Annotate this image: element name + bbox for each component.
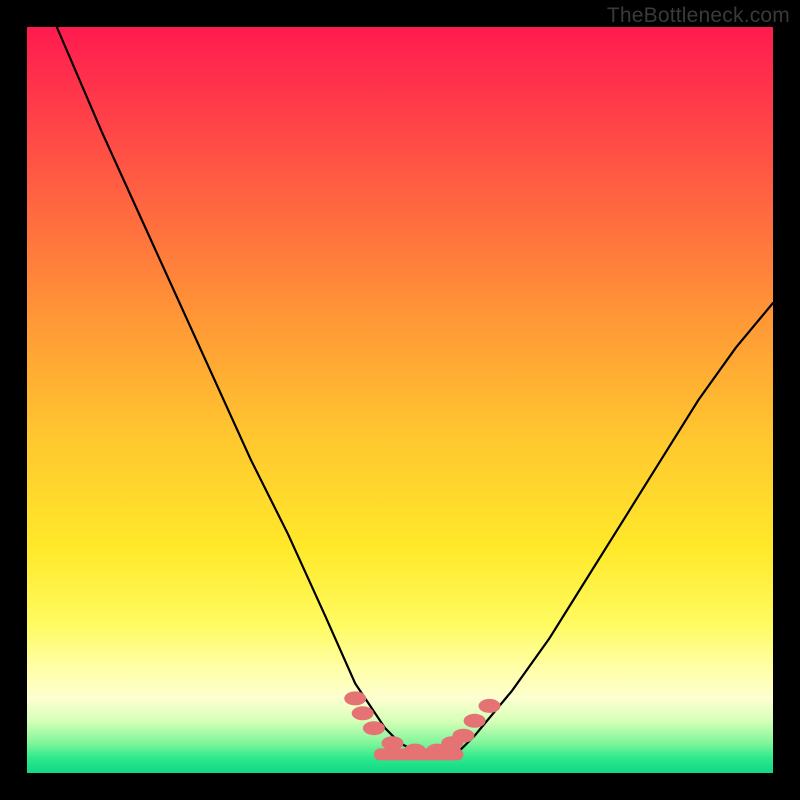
watermark-text: TheBottleneck.com <box>607 4 790 28</box>
chart-plot-area <box>27 27 773 773</box>
bottleneck-curve-path <box>57 27 773 758</box>
bottleneck-curve-svg <box>27 27 773 773</box>
marker-dot <box>382 736 404 750</box>
marker-dot <box>452 729 474 743</box>
marker-dot <box>344 691 366 705</box>
marker-dot <box>363 721 385 735</box>
marker-dot <box>404 744 426 758</box>
marker-dot <box>479 699 501 713</box>
marker-dot <box>352 706 374 720</box>
marker-dot <box>464 714 486 728</box>
